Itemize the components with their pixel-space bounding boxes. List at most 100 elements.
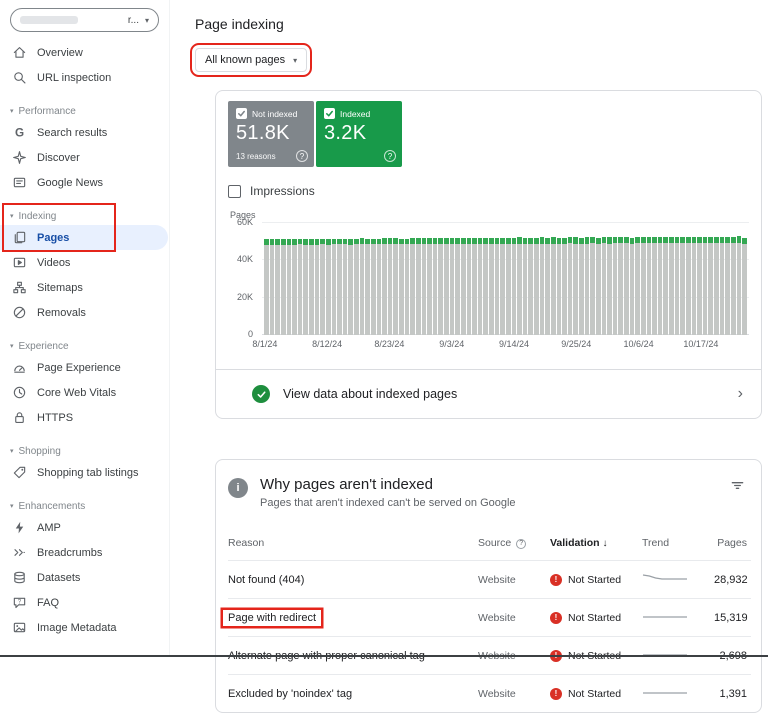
sidebar-item-amp[interactable]: AMP <box>0 515 169 540</box>
chart-bar[interactable] <box>680 237 685 335</box>
chart-bar[interactable] <box>517 237 522 335</box>
chart-bar[interactable] <box>354 239 359 335</box>
chart-bar[interactable] <box>523 238 528 335</box>
chart-bar[interactable] <box>647 237 652 335</box>
chart-bar[interactable] <box>287 239 292 335</box>
help-icon[interactable]: ? <box>384 150 396 162</box>
chart-bar[interactable] <box>416 238 421 335</box>
chart-bar[interactable] <box>444 238 449 335</box>
chart-bar[interactable] <box>461 238 466 335</box>
chart-bar[interactable] <box>275 239 280 335</box>
chart-bar[interactable] <box>630 238 635 335</box>
chart-bar[interactable] <box>506 238 511 335</box>
chart-bar[interactable] <box>298 239 303 335</box>
sidebar-item-datasets[interactable]: Datasets <box>0 565 169 590</box>
chart-bar[interactable] <box>686 237 691 335</box>
chart-bar[interactable] <box>663 237 668 335</box>
sidebar-item-https[interactable]: HTTPS <box>0 405 169 430</box>
chart-bar[interactable] <box>405 239 410 336</box>
chart-bar[interactable] <box>326 239 331 335</box>
issue-row-page-with-redirect[interactable]: Page with redirectWebsite!Not Started15,… <box>228 598 751 636</box>
chart-bar[interactable] <box>641 237 646 335</box>
sidebar-item-discover[interactable]: Discover <box>0 145 169 170</box>
view-data-link[interactable]: View data about indexed pages › <box>216 369 761 418</box>
chart-bar[interactable] <box>303 239 308 335</box>
page-filter-dropdown[interactable]: All known pages ▾ <box>195 48 307 72</box>
chart-bar[interactable] <box>450 238 455 335</box>
help-icon[interactable]: ? <box>516 539 526 549</box>
chart-bar[interactable] <box>455 238 460 335</box>
chart-bar[interactable] <box>557 238 562 335</box>
chart-bar[interactable] <box>365 239 370 335</box>
chart-bar[interactable] <box>607 237 612 335</box>
sidebar-section-enhancements[interactable]: ▾Enhancements <box>0 497 169 515</box>
chart-bar[interactable] <box>568 237 573 335</box>
sidebar-item-search-results[interactable]: GSearch results <box>0 120 169 145</box>
sidebar-item-sitemaps[interactable]: Sitemaps <box>0 275 169 300</box>
chart-bar[interactable] <box>382 238 387 335</box>
sidebar-item-page-experience[interactable]: Page Experience <box>0 355 169 380</box>
chart-bar[interactable] <box>602 237 607 335</box>
filter-icon[interactable] <box>728 476 747 500</box>
sidebar-section-shopping[interactable]: ▾Shopping <box>0 442 169 460</box>
chart-bar[interactable] <box>624 237 629 335</box>
column-header-pages[interactable]: Pages <box>714 537 749 549</box>
chart-bar[interactable] <box>590 237 595 335</box>
sidebar-item-faq[interactable]: ?FAQ <box>0 590 169 615</box>
column-header-reason[interactable]: Reason <box>228 537 478 549</box>
chart-bar[interactable] <box>528 238 533 335</box>
chart-bar[interactable] <box>433 238 438 335</box>
sidebar-item-core-web-vitals[interactable]: Core Web Vitals <box>0 380 169 405</box>
chart-bar[interactable] <box>371 239 376 336</box>
chart-bar[interactable] <box>675 237 680 335</box>
column-header-validation[interactable]: Validation ↓ <box>550 537 642 549</box>
chart-bar[interactable] <box>438 238 443 335</box>
chart-bar[interactable] <box>472 238 477 335</box>
chart-bar[interactable] <box>422 238 427 335</box>
chart-bar[interactable] <box>540 237 545 335</box>
issue-row-not-found-404[interactable]: Not found (404)Website!Not Started28,932 <box>228 560 751 598</box>
chart-bar[interactable] <box>343 239 348 336</box>
chart-bar[interactable] <box>467 238 472 335</box>
chart-bar[interactable] <box>500 238 505 335</box>
chart-bar[interactable] <box>596 238 601 335</box>
sidebar-section-indexing[interactable]: ▾Indexing <box>0 207 169 225</box>
sidebar-item-image-metadata[interactable]: Image Metadata <box>0 615 169 640</box>
chart-bar[interactable] <box>489 238 494 335</box>
checkbox-checked-icon[interactable] <box>236 108 247 119</box>
chart-bar[interactable] <box>315 239 320 335</box>
chart-bar[interactable] <box>360 238 365 335</box>
column-header-trend[interactable]: Trend <box>642 537 714 549</box>
chart-bar[interactable] <box>478 238 483 335</box>
chart-bar[interactable] <box>551 237 556 335</box>
chart-bar[interactable] <box>309 239 314 335</box>
chart-bar[interactable] <box>388 238 393 335</box>
chart-bar[interactable] <box>658 237 663 335</box>
chart-bar[interactable] <box>697 237 702 335</box>
chart-bar[interactable] <box>742 238 747 335</box>
chart-bar[interactable] <box>495 238 500 335</box>
not-indexed-card[interactable]: Not indexed51.8K13 reasons? <box>228 101 314 167</box>
chart-bar[interactable] <box>292 239 297 335</box>
checkbox-checked-icon[interactable] <box>324 108 335 119</box>
chart-bar[interactable] <box>281 239 286 335</box>
column-header-source[interactable]: Source ? <box>478 537 550 549</box>
chart-bar[interactable] <box>377 239 382 336</box>
chart-bar[interactable] <box>320 239 325 335</box>
sidebar-item-url-inspection[interactable]: URL inspection <box>0 65 169 90</box>
chart-bar[interactable] <box>731 237 736 335</box>
sidebar-item-videos[interactable]: Videos <box>0 250 169 275</box>
chart-bar[interactable] <box>562 238 567 335</box>
sidebar-item-overview[interactable]: Overview <box>0 40 169 65</box>
chart-bar[interactable] <box>399 239 404 336</box>
chart-bar[interactable] <box>613 237 618 335</box>
property-selector[interactable]: r... ▾ <box>10 8 159 32</box>
chart-bar[interactable] <box>512 238 517 335</box>
indexed-card[interactable]: Indexed3.2K? <box>316 101 402 167</box>
sidebar-item-pages[interactable]: Pages <box>0 225 168 250</box>
chart-bar[interactable] <box>618 237 623 335</box>
sidebar-item-shopping-tab-listings[interactable]: Shopping tab listings <box>0 460 169 485</box>
chart-bar[interactable] <box>545 238 550 335</box>
chart-bar[interactable] <box>692 237 697 335</box>
chart-bar[interactable] <box>708 237 713 335</box>
